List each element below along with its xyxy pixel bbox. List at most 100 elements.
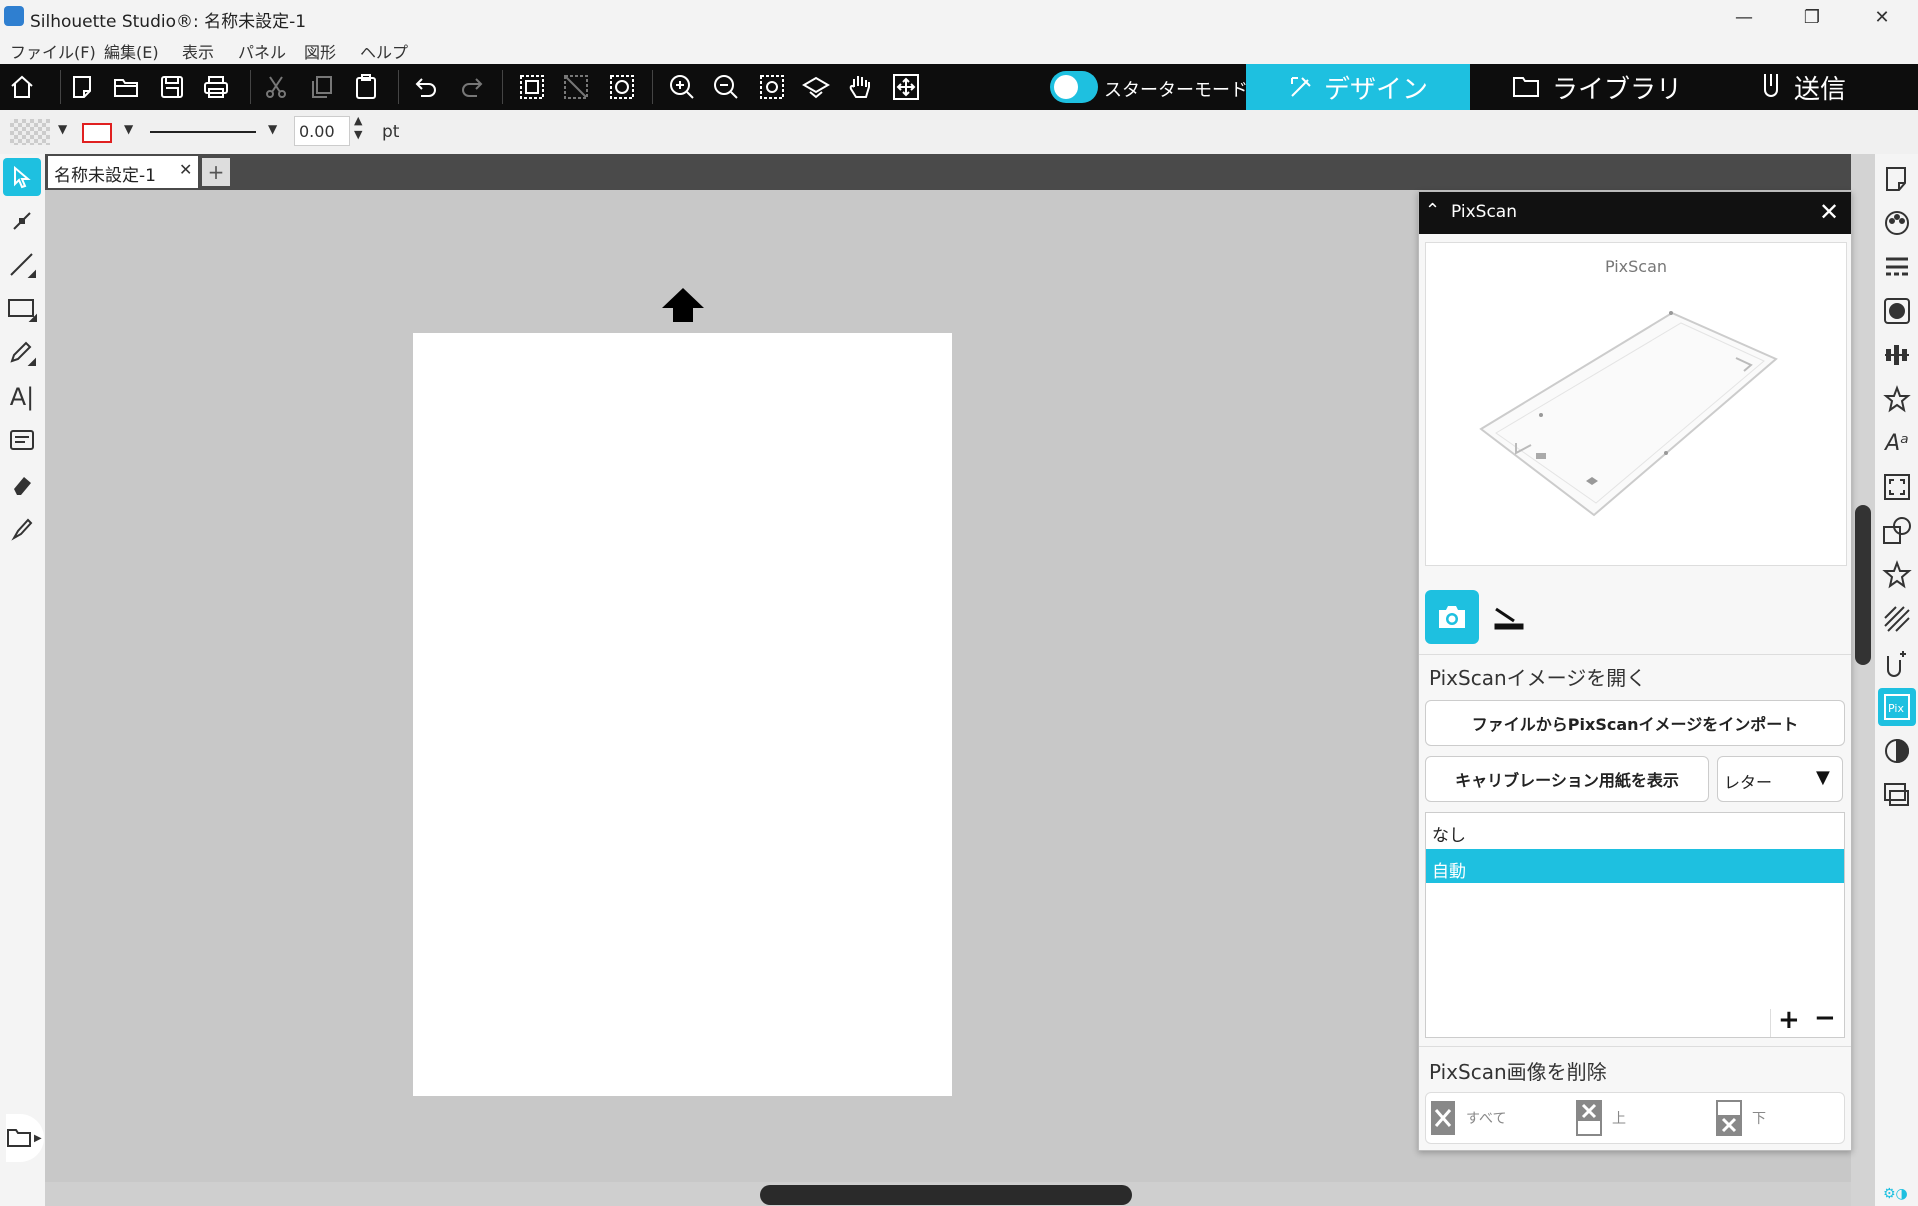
edit-points-tool[interactable] [3, 202, 41, 240]
delete-all-button[interactable]: すべて [1430, 1099, 1560, 1137]
starter-mode-toggle[interactable] [1050, 71, 1098, 103]
page-setup-icon[interactable] [1878, 160, 1916, 198]
note-tool[interactable] [3, 422, 41, 460]
tab-library[interactable]: ライブラリ [1512, 64, 1682, 110]
menu-help[interactable]: ヘルプ [360, 39, 408, 63]
cut-icon[interactable] [260, 71, 292, 103]
note-icon [10, 430, 34, 450]
contrast-icon[interactable] [1878, 732, 1916, 770]
undo-icon[interactable] [410, 71, 442, 103]
open-folder-icon[interactable] [110, 71, 142, 103]
save-icon[interactable] [156, 71, 188, 103]
sketch-icon[interactable] [1878, 600, 1916, 638]
camera-icon [1439, 606, 1465, 628]
text-style-icon[interactable]: Aᵃ [1878, 424, 1916, 462]
minimize-button[interactable]: — [1714, 0, 1774, 34]
show-calibration-button[interactable]: キャリブレーション用紙を表示 [1425, 756, 1709, 802]
line-width-stepper[interactable]: ▲ ▼ [354, 114, 362, 142]
expand-arrow-icon: ▶ [34, 1132, 42, 1144]
eraser-icon [14, 477, 31, 495]
menu-edit[interactable]: 編集(E) [104, 39, 159, 63]
tab-send[interactable]: 送信 [1760, 64, 1846, 110]
line-color-dropdown-icon[interactable]: ▼ [124, 122, 133, 136]
zoom-selection-icon[interactable] [756, 71, 788, 103]
menu-view[interactable]: 表示 [182, 39, 214, 63]
vertical-scroll-thumb[interactable] [1855, 505, 1871, 665]
new-tab-button[interactable]: + [202, 158, 230, 186]
align-icon[interactable] [1878, 336, 1916, 374]
horizontal-scroll-thumb[interactable] [760, 1185, 1132, 1205]
pan-hand-icon[interactable] [844, 71, 876, 103]
print-icon[interactable] [200, 71, 232, 103]
pointer-icon [14, 165, 31, 189]
group-icon[interactable] [516, 71, 548, 103]
pencil-icon [10, 341, 36, 366]
close-window-button[interactable]: ✕ [1852, 0, 1912, 34]
fill-dropdown-icon[interactable]: ▼ [58, 122, 67, 136]
draw-tool[interactable] [3, 334, 41, 372]
list-item-selected[interactable]: 自動 [1426, 849, 1844, 883]
menu-file[interactable]: ファイル(F) [10, 39, 96, 63]
fill-swatch[interactable] [10, 119, 50, 145]
document-tab[interactable]: 名称未設定-1 ✕ [48, 156, 198, 188]
move-view-icon[interactable] [890, 71, 922, 103]
offset-star-icon[interactable] [1878, 556, 1916, 594]
calibration-list: なし 自動 + − [1425, 812, 1845, 1038]
delete-button-group: すべて 上 下 [1425, 1092, 1845, 1144]
print-and-cut-icon[interactable] [1878, 776, 1916, 814]
paste-icon[interactable] [350, 71, 382, 103]
zoom-in-icon[interactable] [666, 71, 698, 103]
collapse-chevron-icon[interactable]: ⌃ [1425, 200, 1440, 221]
knife-tool[interactable] [3, 510, 41, 548]
delete-top-button[interactable]: 上 [1576, 1099, 1686, 1137]
vertical-scrollbar[interactable] [1851, 154, 1875, 1206]
add-calibration-button[interactable]: + [1778, 1005, 1800, 1035]
settings-gear-icon[interactable]: ⚙◑ [1883, 1186, 1908, 1202]
delete-bottom-button[interactable]: 下 [1716, 1099, 1826, 1137]
line-width-input[interactable]: 0.00 [294, 116, 350, 146]
new-document-icon[interactable] [66, 71, 98, 103]
text-tool[interactable]: A| [3, 378, 41, 416]
rotate-group-icon[interactable] [606, 71, 638, 103]
ungroup-icon[interactable] [560, 71, 592, 103]
replicate-icon[interactable] [1878, 380, 1916, 418]
fill-gradient-icon[interactable] [1878, 292, 1916, 330]
line-tool[interactable] [3, 246, 41, 284]
transform-icon[interactable] [1878, 468, 1916, 506]
scanner-mode-button[interactable] [1487, 596, 1531, 640]
camera-mode-button[interactable] [1425, 590, 1479, 644]
eraser-tool[interactable] [3, 466, 41, 504]
rectangle-tool[interactable] [3, 290, 41, 328]
line-style-dropdown-icon[interactable]: ▼ [268, 122, 277, 136]
paper-size-select[interactable]: レター ▼ [1717, 756, 1843, 802]
modify-icon[interactable] [1878, 512, 1916, 550]
fill-color-icon[interactable] [1878, 204, 1916, 242]
maximize-button[interactable]: ❐ [1782, 0, 1842, 34]
tab-design[interactable]: デザイン [1246, 64, 1470, 110]
copy-icon[interactable] [306, 71, 338, 103]
select-tool[interactable] [3, 158, 41, 196]
window-title: Silhouette Studio®: 名称未設定-1 [30, 12, 307, 32]
import-pixscan-button[interactable]: ファイルからPixScanイメージをインポート [1425, 700, 1845, 746]
menu-panel[interactable]: パネル [238, 39, 286, 63]
tab-library-label: ライブラリ [1552, 74, 1683, 105]
remove-calibration-button[interactable]: − [1814, 1003, 1836, 1033]
close-tab-icon[interactable]: ✕ [179, 160, 192, 179]
library-folder-icon [1513, 77, 1539, 97]
menu-shape[interactable]: 図形 [304, 39, 336, 63]
close-panel-icon[interactable]: ✕ [1819, 198, 1839, 226]
redo-icon[interactable] [456, 71, 488, 103]
home-icon[interactable] [6, 71, 38, 103]
library-drawer-button[interactable]: ▶ [6, 1114, 44, 1162]
pixscan-panel-icon[interactable]: Pix [1878, 688, 1916, 726]
document-tab-bar [45, 154, 1851, 190]
line-color-swatch[interactable] [82, 123, 112, 143]
fit-page-icon[interactable] [800, 71, 832, 103]
zoom-out-icon[interactable] [710, 71, 742, 103]
list-item[interactable]: なし [1426, 813, 1844, 847]
design-page[interactable] [413, 333, 952, 1096]
send-icon [1764, 74, 1778, 97]
trace-icon[interactable] [1878, 644, 1916, 682]
line-style-icon[interactable] [1878, 248, 1916, 286]
line-style-preview[interactable] [150, 131, 256, 133]
